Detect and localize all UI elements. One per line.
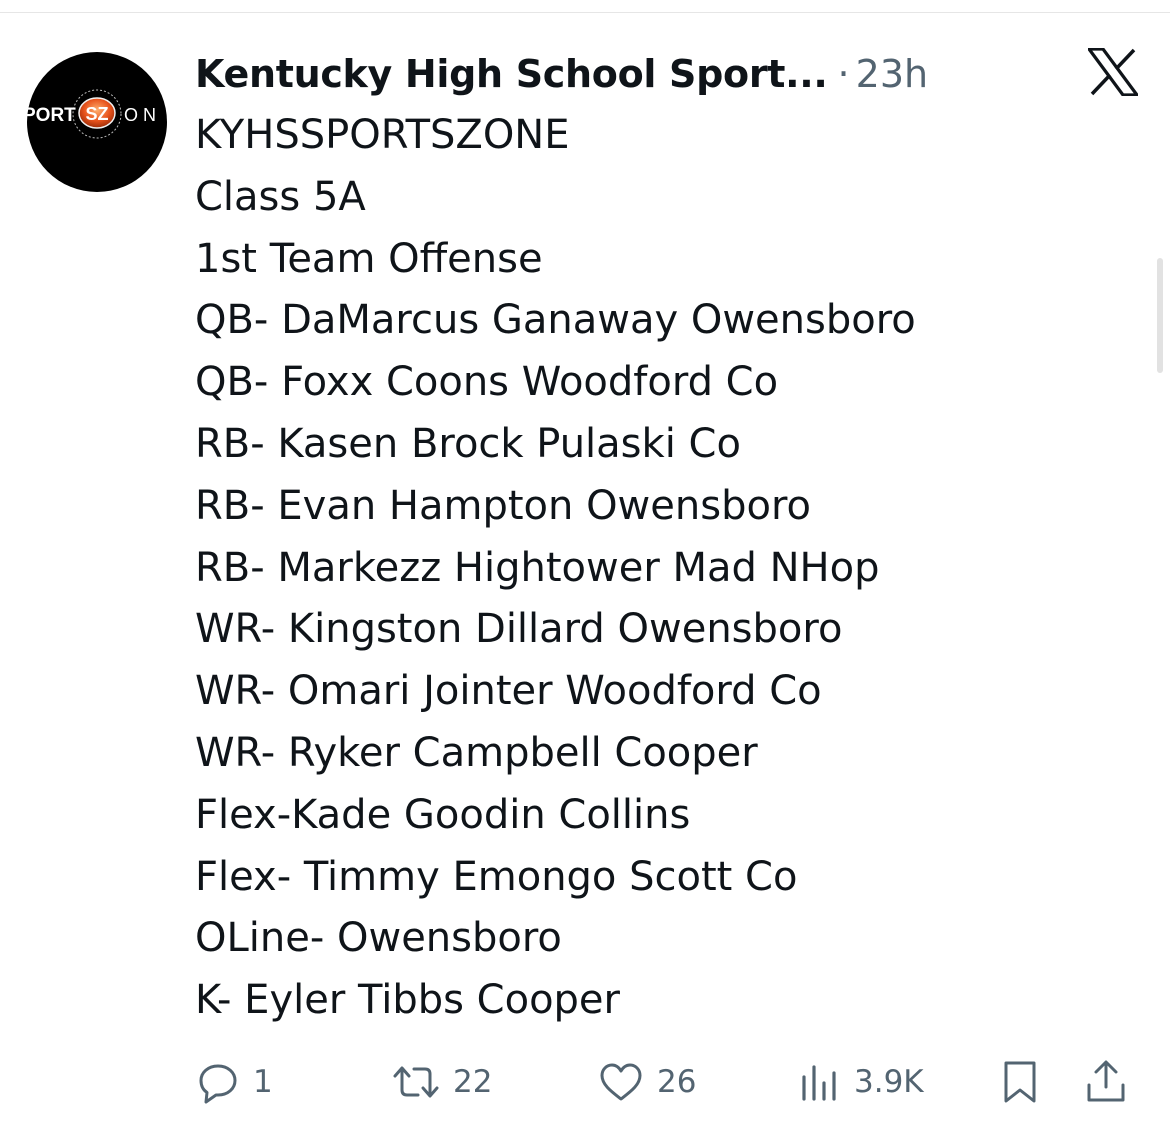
tweet-line: QB- Foxx Coons Woodford Co (195, 359, 779, 406)
avatar[interactable]: PORT SZ O N (23, 52, 167, 192)
heart-icon (597, 1059, 645, 1105)
scrollbar-thumb[interactable] (1157, 258, 1163, 373)
bookmark-button[interactable] (998, 1052, 1042, 1112)
tweet-line: QB- DaMarcus Ganaway Owensboro (195, 297, 916, 344)
avatar-logo: PORT SZ O N (23, 89, 156, 139)
bookmark-icon (998, 1058, 1042, 1106)
tweet-line: Class 5A (195, 173, 366, 220)
x-logo-icon[interactable] (1085, 47, 1141, 97)
repost-icon (391, 1059, 441, 1105)
tweet-line: Flex- Timmy Emongo Scott Co (195, 853, 798, 900)
tweet-line: K- Eyler Tibbs Cooper (195, 977, 620, 1024)
tweet-header: Kentucky High School Sport... · 23h (195, 44, 928, 104)
tweet-line: WR- Kingston Dillard Owensboro (195, 606, 843, 653)
avatar-text-left: PORT (23, 105, 76, 126)
tweet-line: RB- Evan Hampton Owensboro (195, 482, 811, 529)
author-name[interactable]: Kentucky High School Sport... (195, 52, 828, 96)
like-count: 26 (657, 1064, 697, 1100)
tweet-line: RB- Markezz Hightower Mad NHop (195, 544, 880, 591)
tweet-text: KYHSSPORTSZONE Class 5A 1st Team Offense… (195, 105, 916, 1032)
views-count: 3.9K (854, 1064, 924, 1100)
repost-count: 22 (453, 1064, 493, 1100)
reply-icon (195, 1059, 241, 1105)
views-button[interactable]: 3.9K (798, 1052, 924, 1112)
tweet-line: WR- Ryker Campbell Cooper (195, 729, 758, 776)
top-divider (0, 12, 1170, 13)
reply-count: 1 (253, 1064, 273, 1100)
repost-button[interactable]: 22 (391, 1052, 492, 1112)
avatar-text-right: O N (124, 105, 156, 125)
tweet-line: 1st Team Offense (195, 235, 543, 282)
header-separator: · (837, 52, 850, 96)
tweet-line: WR- Omari Jointer Woodford Co (195, 668, 822, 715)
like-button[interactable]: 26 (597, 1052, 696, 1112)
reply-button[interactable]: 1 (195, 1052, 273, 1112)
tweet-actions: 1 22 26 3.9K (195, 1052, 1145, 1112)
tweet-line: OLine- Owensboro (195, 915, 562, 962)
views-icon (798, 1059, 842, 1105)
avatar-badge-text: SZ (85, 104, 108, 124)
tweet-line: KYHSSPORTSZONE (195, 112, 570, 158)
timestamp[interactable]: 23h (856, 52, 928, 96)
share-button[interactable] (1083, 1052, 1129, 1112)
tweet-line: Flex-Kade Goodin Collins (195, 791, 691, 838)
share-icon (1083, 1058, 1129, 1106)
tweet-line: RB- Kasen Brock Pulaski Co (195, 420, 741, 467)
